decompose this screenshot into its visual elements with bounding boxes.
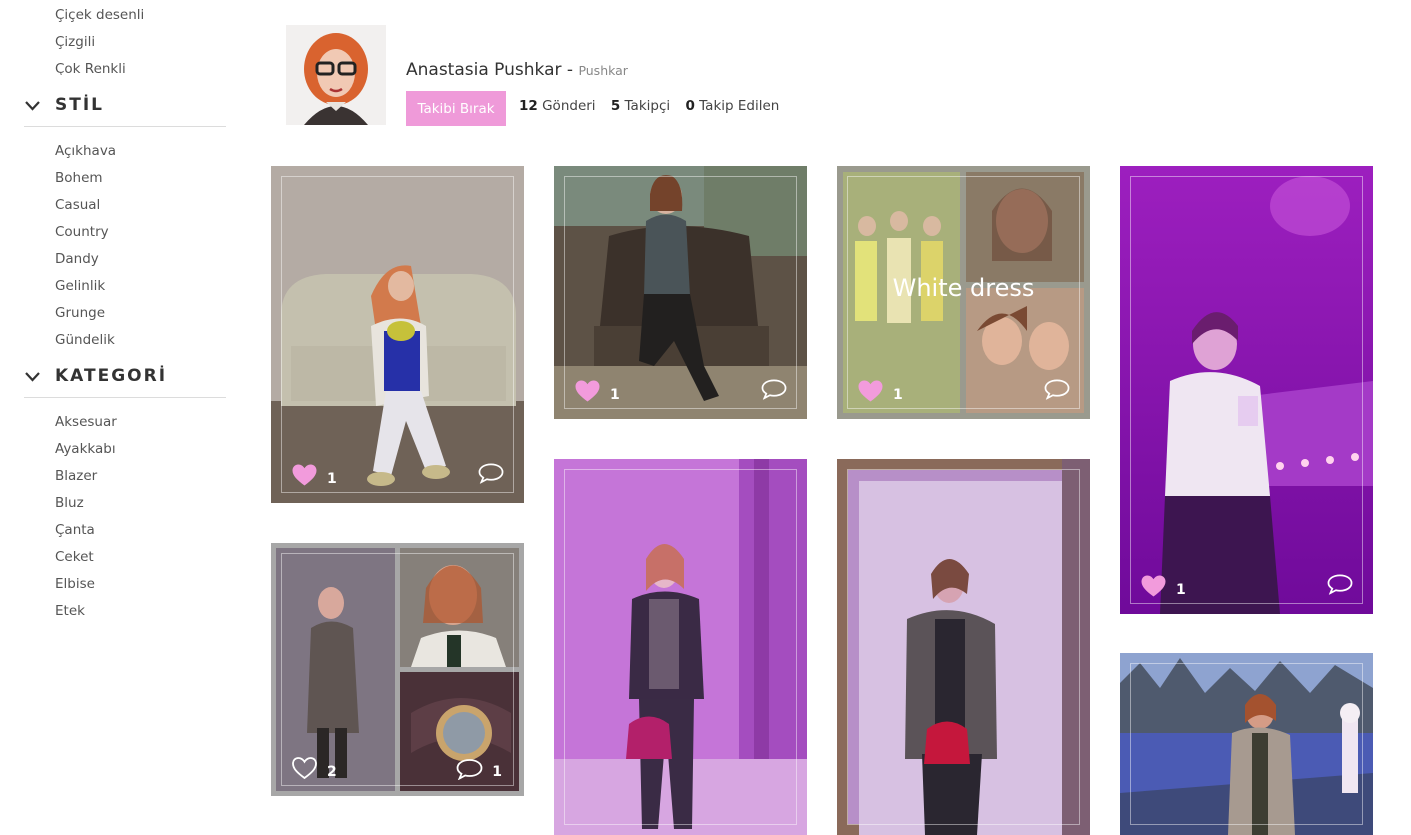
comment-icon[interactable] bbox=[1044, 378, 1070, 400]
filter-item[interactable]: Country bbox=[55, 219, 116, 246]
pattern-filter-list: Çiçek desenli Çizgili Çok Renkli bbox=[55, 2, 144, 75]
like-button[interactable]: 1 bbox=[1140, 572, 1186, 598]
post-card[interactable] bbox=[554, 459, 807, 835]
unfollow-button[interactable]: Takibi Bırak bbox=[406, 91, 506, 126]
following-stat[interactable]: 0 Takip Edilen bbox=[685, 98, 779, 114]
filter-item[interactable]: Açıkhava bbox=[55, 138, 116, 165]
following-label: Takip Edilen bbox=[699, 98, 780, 114]
heart-icon bbox=[291, 756, 318, 780]
filter-item[interactable]: Etek bbox=[55, 598, 117, 615]
comment-icon[interactable] bbox=[761, 378, 787, 400]
like-button[interactable]: 1 bbox=[291, 461, 337, 487]
post-caption: White dress bbox=[892, 274, 1035, 302]
posts-count: 12 bbox=[519, 98, 538, 114]
filter-item[interactable]: Bohem bbox=[55, 165, 116, 192]
filter-item[interactable]: Çizgili bbox=[55, 29, 144, 56]
avatar bbox=[286, 25, 386, 125]
like-count: 1 bbox=[610, 387, 620, 403]
filter-item[interactable]: Aksesuar bbox=[55, 409, 117, 436]
category-section-header[interactable]: KATEGORİ bbox=[24, 361, 226, 398]
style-filter-list: Açıkhava Bohem Casual Country Dandy Geli… bbox=[55, 138, 116, 344]
filter-item[interactable]: Casual bbox=[55, 192, 116, 219]
avatar-photo bbox=[286, 25, 386, 125]
post-card[interactable] bbox=[1120, 653, 1373, 835]
post-card[interactable]: 1 bbox=[271, 166, 524, 503]
followers-count: 5 bbox=[610, 98, 621, 114]
style-section-header[interactable]: STİL bbox=[24, 90, 226, 127]
heart-icon bbox=[857, 379, 884, 403]
filter-item[interactable]: Çiçek desenli bbox=[55, 2, 144, 29]
like-button[interactable]: 2 bbox=[291, 754, 337, 780]
heart-icon bbox=[291, 463, 318, 487]
filter-item[interactable]: Ceket bbox=[55, 544, 117, 571]
like-count: 1 bbox=[893, 387, 903, 403]
chevron-down-icon bbox=[25, 372, 40, 382]
post-card[interactable]: White dress 1 bbox=[837, 166, 1090, 419]
category-filter-list: Aksesuar Ayakkabı Blazer Bluz Çanta Ceke… bbox=[55, 409, 117, 615]
post-photo bbox=[837, 459, 1090, 835]
post-card[interactable]: 1 bbox=[1120, 166, 1373, 614]
filter-item[interactable]: Çanta bbox=[55, 517, 117, 544]
post-photo bbox=[1120, 653, 1373, 835]
display-name: Anastasia Pushkar bbox=[406, 60, 562, 80]
posts-label: Gönderi bbox=[542, 98, 596, 114]
filter-sidebar: Çiçek desenli Çizgili Çok Renkli STİL Aç… bbox=[0, 0, 240, 835]
followers-stat[interactable]: 5 Takipçi bbox=[611, 98, 670, 114]
post-photo bbox=[554, 459, 807, 835]
filter-item[interactable]: Ayakkabı bbox=[55, 436, 117, 463]
filter-item[interactable]: Elbise bbox=[55, 571, 117, 598]
post-card[interactable]: 1 bbox=[554, 166, 807, 419]
filter-item[interactable]: Çok Renkli bbox=[55, 56, 144, 75]
like-count: 1 bbox=[327, 471, 337, 487]
post-photo bbox=[1120, 166, 1373, 614]
name-separator: - bbox=[561, 60, 579, 80]
like-count: 2 bbox=[327, 764, 337, 780]
following-count: 0 bbox=[685, 98, 695, 114]
filter-item[interactable]: Gündelik bbox=[55, 327, 116, 344]
comment-count: 1 bbox=[492, 764, 502, 780]
like-button[interactable]: 1 bbox=[857, 377, 903, 403]
post-card[interactable]: 2 1 bbox=[271, 543, 524, 796]
filter-item[interactable]: Dandy bbox=[55, 246, 116, 273]
filter-item[interactable]: Grunge bbox=[55, 300, 116, 327]
filter-item[interactable]: Blazer bbox=[55, 463, 117, 490]
heart-icon bbox=[574, 379, 601, 403]
profile-name: Anastasia Pushkar - Pushkar bbox=[406, 60, 628, 80]
like-button[interactable]: 1 bbox=[574, 377, 620, 403]
profile-stats: 12 Gönderi 5 Takipçi 0 Takip Edilen bbox=[519, 98, 790, 114]
comment-icon bbox=[456, 758, 483, 780]
like-count: 1 bbox=[1176, 582, 1186, 598]
filter-item[interactable]: Bluz bbox=[55, 490, 117, 517]
post-card[interactable] bbox=[837, 459, 1090, 835]
post-photo bbox=[271, 166, 524, 503]
heart-icon bbox=[1140, 574, 1167, 598]
section-title: KATEGORİ bbox=[55, 366, 168, 386]
comment-icon[interactable] bbox=[1327, 573, 1353, 595]
filter-item[interactable]: Gelinlik bbox=[55, 273, 116, 300]
username[interactable]: Pushkar bbox=[578, 63, 628, 78]
chevron-down-icon bbox=[25, 101, 40, 111]
followers-label: Takipçi bbox=[624, 98, 671, 114]
comment-icon[interactable] bbox=[478, 462, 504, 484]
section-title: STİL bbox=[55, 95, 104, 115]
posts-stat[interactable]: 12 Gönderi bbox=[519, 98, 596, 114]
comment-button[interactable]: 1 bbox=[456, 758, 502, 780]
